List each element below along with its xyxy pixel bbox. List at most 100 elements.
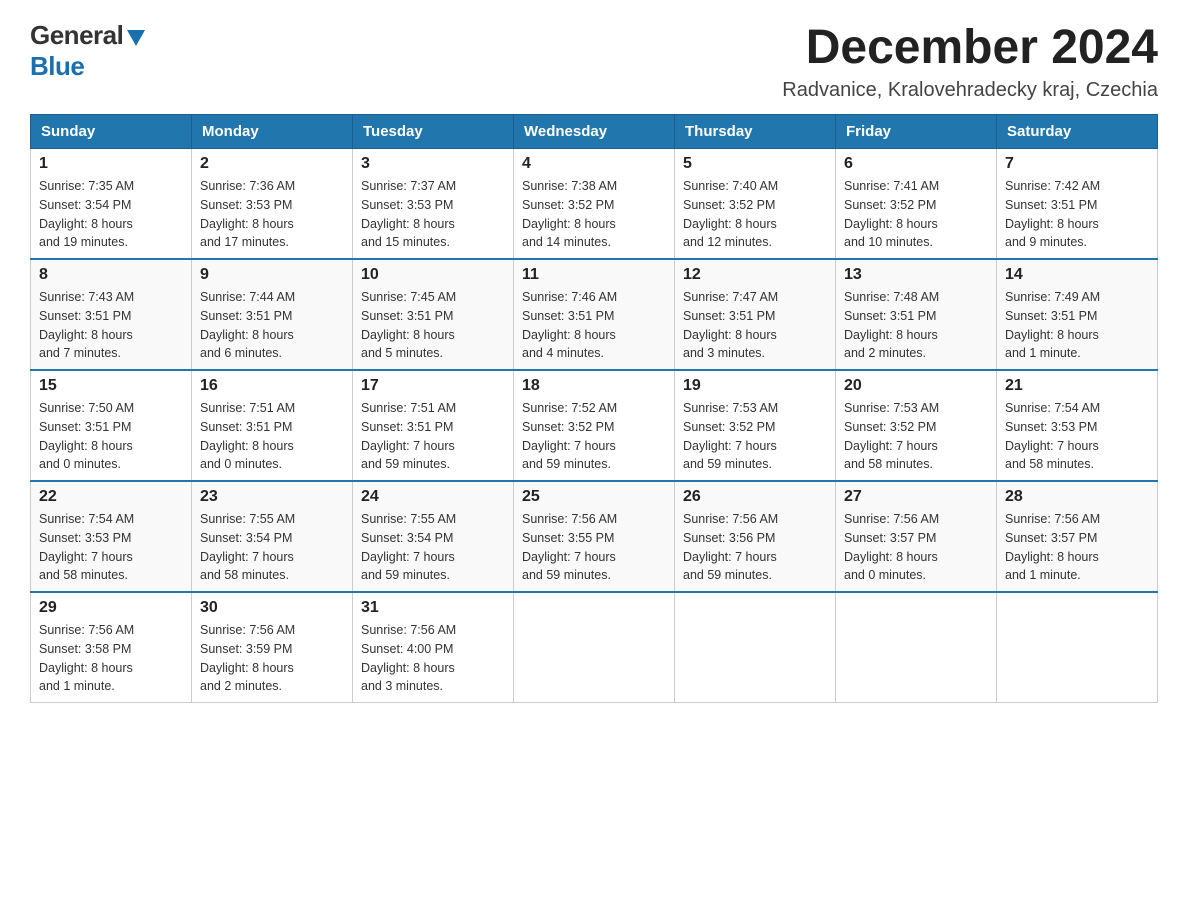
table-row: 23 Sunrise: 7:55 AMSunset: 3:54 PMDaylig…	[192, 481, 353, 592]
table-row: 10 Sunrise: 7:45 AMSunset: 3:51 PMDaylig…	[353, 259, 514, 370]
day-info: Sunrise: 7:38 AMSunset: 3:52 PMDaylight:…	[522, 177, 666, 252]
table-row: 3 Sunrise: 7:37 AMSunset: 3:53 PMDayligh…	[353, 149, 514, 260]
day-info: Sunrise: 7:56 AMSunset: 3:57 PMDaylight:…	[1005, 510, 1149, 585]
day-number: 28	[1005, 488, 1149, 506]
table-row: 7 Sunrise: 7:42 AMSunset: 3:51 PMDayligh…	[997, 149, 1158, 260]
day-number: 3	[361, 155, 505, 173]
table-row: 31 Sunrise: 7:56 AMSunset: 4:00 PMDaylig…	[353, 592, 514, 703]
day-info: Sunrise: 7:46 AMSunset: 3:51 PMDaylight:…	[522, 288, 666, 363]
table-row	[836, 592, 997, 703]
table-row: 30 Sunrise: 7:56 AMSunset: 3:59 PMDaylig…	[192, 592, 353, 703]
day-number: 5	[683, 155, 827, 173]
month-title: December 2024	[782, 20, 1158, 75]
day-number: 22	[39, 488, 183, 506]
day-number: 13	[844, 266, 988, 284]
table-row: 26 Sunrise: 7:56 AMSunset: 3:56 PMDaylig…	[675, 481, 836, 592]
day-info: Sunrise: 7:55 AMSunset: 3:54 PMDaylight:…	[361, 510, 505, 585]
day-info: Sunrise: 7:44 AMSunset: 3:51 PMDaylight:…	[200, 288, 344, 363]
table-row: 22 Sunrise: 7:54 AMSunset: 3:53 PMDaylig…	[31, 481, 192, 592]
table-row: 18 Sunrise: 7:52 AMSunset: 3:52 PMDaylig…	[514, 370, 675, 481]
table-row: 9 Sunrise: 7:44 AMSunset: 3:51 PMDayligh…	[192, 259, 353, 370]
logo: General Blue	[30, 20, 147, 82]
header-tuesday: Tuesday	[353, 115, 514, 149]
day-info: Sunrise: 7:40 AMSunset: 3:52 PMDaylight:…	[683, 177, 827, 252]
table-row: 21 Sunrise: 7:54 AMSunset: 3:53 PMDaylig…	[997, 370, 1158, 481]
day-number: 11	[522, 266, 666, 284]
table-row	[514, 592, 675, 703]
header-wednesday: Wednesday	[514, 115, 675, 149]
table-row: 14 Sunrise: 7:49 AMSunset: 3:51 PMDaylig…	[997, 259, 1158, 370]
day-info: Sunrise: 7:41 AMSunset: 3:52 PMDaylight:…	[844, 177, 988, 252]
day-number: 7	[1005, 155, 1149, 173]
day-info: Sunrise: 7:55 AMSunset: 3:54 PMDaylight:…	[200, 510, 344, 585]
day-info: Sunrise: 7:52 AMSunset: 3:52 PMDaylight:…	[522, 399, 666, 474]
table-row: 20 Sunrise: 7:53 AMSunset: 3:52 PMDaylig…	[836, 370, 997, 481]
table-row: 6 Sunrise: 7:41 AMSunset: 3:52 PMDayligh…	[836, 149, 997, 260]
day-number: 23	[200, 488, 344, 506]
day-info: Sunrise: 7:56 AMSunset: 3:55 PMDaylight:…	[522, 510, 666, 585]
table-row: 5 Sunrise: 7:40 AMSunset: 3:52 PMDayligh…	[675, 149, 836, 260]
calendar-week-row: 1 Sunrise: 7:35 AMSunset: 3:54 PMDayligh…	[31, 149, 1158, 260]
day-number: 17	[361, 377, 505, 395]
table-row: 16 Sunrise: 7:51 AMSunset: 3:51 PMDaylig…	[192, 370, 353, 481]
day-number: 27	[844, 488, 988, 506]
table-row: 25 Sunrise: 7:56 AMSunset: 3:55 PMDaylig…	[514, 481, 675, 592]
day-number: 10	[361, 266, 505, 284]
header-saturday: Saturday	[997, 115, 1158, 149]
table-row: 29 Sunrise: 7:56 AMSunset: 3:58 PMDaylig…	[31, 592, 192, 703]
day-info: Sunrise: 7:43 AMSunset: 3:51 PMDaylight:…	[39, 288, 183, 363]
logo-triangle-icon	[125, 26, 147, 48]
day-info: Sunrise: 7:42 AMSunset: 3:51 PMDaylight:…	[1005, 177, 1149, 252]
day-number: 14	[1005, 266, 1149, 284]
table-row: 27 Sunrise: 7:56 AMSunset: 3:57 PMDaylig…	[836, 481, 997, 592]
day-number: 31	[361, 599, 505, 617]
day-number: 15	[39, 377, 183, 395]
day-info: Sunrise: 7:56 AMSunset: 3:59 PMDaylight:…	[200, 621, 344, 696]
day-info: Sunrise: 7:49 AMSunset: 3:51 PMDaylight:…	[1005, 288, 1149, 363]
location-title: Radvanice, Kralovehradecky kraj, Czechia	[782, 79, 1158, 102]
day-info: Sunrise: 7:45 AMSunset: 3:51 PMDaylight:…	[361, 288, 505, 363]
day-number: 9	[200, 266, 344, 284]
day-number: 6	[844, 155, 988, 173]
calendar-week-row: 8 Sunrise: 7:43 AMSunset: 3:51 PMDayligh…	[31, 259, 1158, 370]
header-thursday: Thursday	[675, 115, 836, 149]
page-header: General Blue December 2024 Radvanice, Kr…	[30, 20, 1158, 102]
day-info: Sunrise: 7:54 AMSunset: 3:53 PMDaylight:…	[1005, 399, 1149, 474]
day-info: Sunrise: 7:53 AMSunset: 3:52 PMDaylight:…	[683, 399, 827, 474]
calendar-header-row: Sunday Monday Tuesday Wednesday Thursday…	[31, 115, 1158, 149]
day-number: 26	[683, 488, 827, 506]
day-number: 30	[200, 599, 344, 617]
table-row: 13 Sunrise: 7:48 AMSunset: 3:51 PMDaylig…	[836, 259, 997, 370]
table-row: 11 Sunrise: 7:46 AMSunset: 3:51 PMDaylig…	[514, 259, 675, 370]
table-row: 19 Sunrise: 7:53 AMSunset: 3:52 PMDaylig…	[675, 370, 836, 481]
day-info: Sunrise: 7:47 AMSunset: 3:51 PMDaylight:…	[683, 288, 827, 363]
table-row: 12 Sunrise: 7:47 AMSunset: 3:51 PMDaylig…	[675, 259, 836, 370]
day-number: 20	[844, 377, 988, 395]
day-info: Sunrise: 7:35 AMSunset: 3:54 PMDaylight:…	[39, 177, 183, 252]
logo-blue-text: Blue	[30, 51, 84, 82]
table-row: 24 Sunrise: 7:55 AMSunset: 3:54 PMDaylig…	[353, 481, 514, 592]
calendar-table: Sunday Monday Tuesday Wednesday Thursday…	[30, 114, 1158, 703]
calendar-week-row: 22 Sunrise: 7:54 AMSunset: 3:53 PMDaylig…	[31, 481, 1158, 592]
day-number: 2	[200, 155, 344, 173]
day-number: 16	[200, 377, 344, 395]
header-sunday: Sunday	[31, 115, 192, 149]
day-number: 1	[39, 155, 183, 173]
day-info: Sunrise: 7:56 AMSunset: 3:57 PMDaylight:…	[844, 510, 988, 585]
table-row	[675, 592, 836, 703]
day-number: 18	[522, 377, 666, 395]
day-number: 12	[683, 266, 827, 284]
day-info: Sunrise: 7:56 AMSunset: 3:58 PMDaylight:…	[39, 621, 183, 696]
day-info: Sunrise: 7:56 AMSunset: 4:00 PMDaylight:…	[361, 621, 505, 696]
day-info: Sunrise: 7:56 AMSunset: 3:56 PMDaylight:…	[683, 510, 827, 585]
day-info: Sunrise: 7:37 AMSunset: 3:53 PMDaylight:…	[361, 177, 505, 252]
day-number: 24	[361, 488, 505, 506]
day-info: Sunrise: 7:51 AMSunset: 3:51 PMDaylight:…	[200, 399, 344, 474]
header-monday: Monday	[192, 115, 353, 149]
table-row: 1 Sunrise: 7:35 AMSunset: 3:54 PMDayligh…	[31, 149, 192, 260]
calendar-week-row: 15 Sunrise: 7:50 AMSunset: 3:51 PMDaylig…	[31, 370, 1158, 481]
day-info: Sunrise: 7:36 AMSunset: 3:53 PMDaylight:…	[200, 177, 344, 252]
table-row: 4 Sunrise: 7:38 AMSunset: 3:52 PMDayligh…	[514, 149, 675, 260]
table-row: 8 Sunrise: 7:43 AMSunset: 3:51 PMDayligh…	[31, 259, 192, 370]
day-info: Sunrise: 7:54 AMSunset: 3:53 PMDaylight:…	[39, 510, 183, 585]
